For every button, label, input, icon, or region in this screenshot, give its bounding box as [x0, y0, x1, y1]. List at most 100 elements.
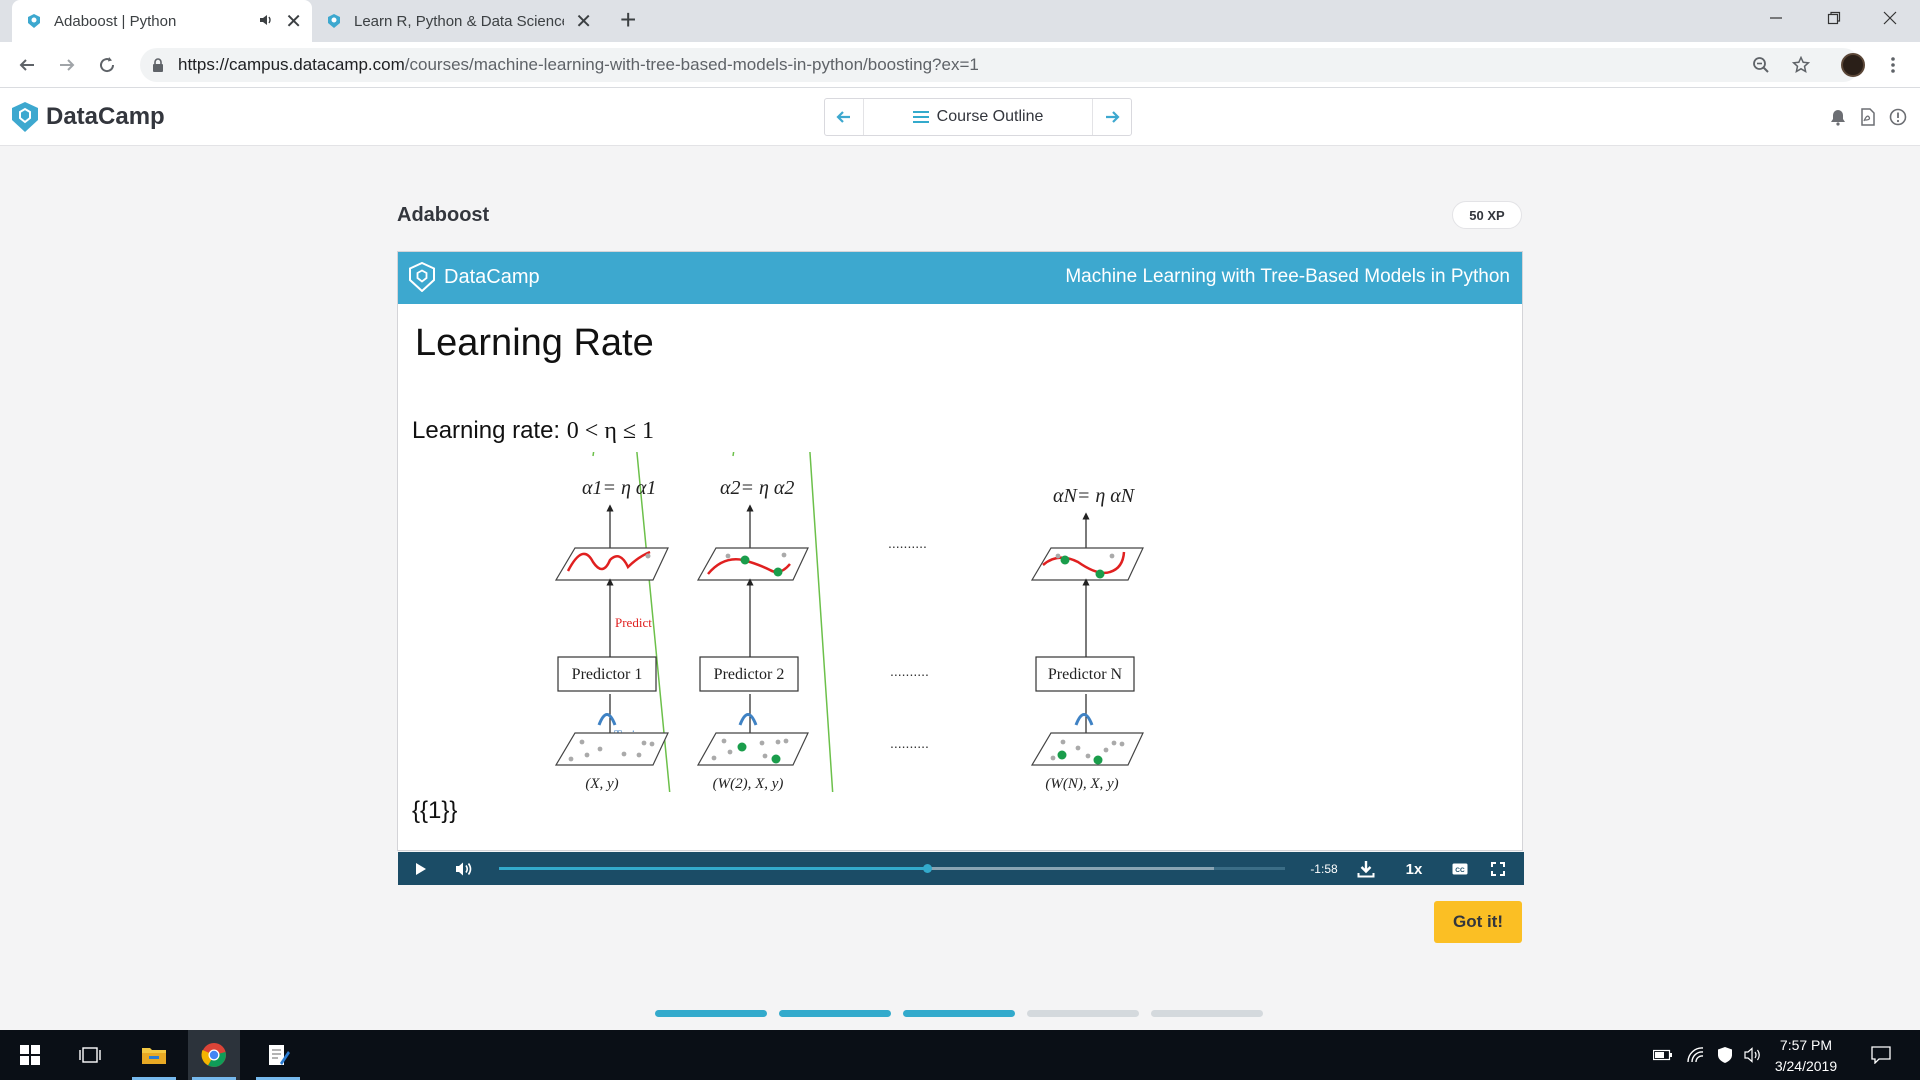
browser-menu-button[interactable] [1878, 50, 1908, 80]
reload-button[interactable] [92, 50, 122, 80]
seek-thumb[interactable] [923, 864, 933, 873]
progress-segment[interactable] [1151, 1010, 1263, 1017]
bell-icon [1831, 110, 1845, 126]
battery-tray-icon[interactable] [1652, 1045, 1674, 1065]
bookmark-button[interactable] [1786, 50, 1816, 80]
browser-tab-strip: Adaboost | Python ✕ Learn R, Python & Da… [0, 0, 1920, 42]
report-issue-button[interactable] [1887, 106, 1909, 128]
datacamp-logo-icon [409, 262, 435, 292]
windows-logo-icon [20, 1045, 40, 1065]
notifications-button[interactable] [1827, 106, 1849, 128]
restore-icon [1827, 11, 1841, 25]
profile-avatar[interactable] [1838, 50, 1868, 80]
xp-badge: 50 XP [1452, 201, 1522, 229]
alert-circle-icon [1889, 108, 1907, 126]
speaker-icon [1744, 1047, 1760, 1063]
learning-rate-line: Learning rate: 0 < η ≤ 1 [412, 417, 654, 445]
tab-adaboost[interactable]: Adaboost | Python ✕ [12, 0, 312, 42]
action-center-button[interactable] [1868, 1045, 1894, 1065]
notification-center-icon [1871, 1046, 1891, 1064]
tab-learn-r[interactable]: Learn R, Python & Data Science Online ✕ [312, 0, 602, 42]
progress-segment[interactable] [1027, 1010, 1139, 1017]
zoom-magnifier-icon [1753, 57, 1769, 73]
arrow-right-icon [1106, 111, 1120, 123]
zoom-button[interactable] [1746, 50, 1776, 80]
datacamp-logo[interactable]: DataCamp [10, 101, 165, 133]
browser-toolbar: https://campus.datacamp.com/courses/mach… [0, 42, 1920, 88]
star-icon [1792, 56, 1810, 74]
predictor-1-label: Predictor 1 [572, 666, 643, 683]
alpha-n-formula: αN= η αN [1053, 485, 1136, 507]
next-exercise-button[interactable] [1093, 99, 1131, 135]
battery-icon [1653, 1049, 1672, 1061]
download-button[interactable] [1354, 858, 1378, 880]
learning-rate-formula: 0 < η ≤ 1 [566, 418, 655, 444]
security-tray-icon[interactable] [1714, 1045, 1736, 1065]
pdf-icon [1861, 108, 1875, 126]
speaker-audio-icon[interactable] [258, 12, 274, 28]
task-view-icon [79, 1047, 101, 1063]
address-bar[interactable]: https://campus.datacamp.com/courses/mach… [140, 48, 1860, 82]
play-icon [416, 863, 426, 875]
alpha-1-formula: α1= η α1 [582, 477, 656, 499]
captions-button[interactable]: CC [1448, 858, 1472, 880]
system-clock[interactable]: 7:57 PM 3/24/2019 [1764, 1035, 1848, 1077]
previous-exercise-button[interactable] [825, 99, 863, 135]
chrome-taskbar[interactable] [188, 1030, 240, 1080]
stage-2: α2= η α2 Predictor 2 (W(2), X, y) [696, 452, 834, 792]
download-icon [1357, 861, 1375, 878]
close-tab-icon[interactable]: ✕ [285, 9, 302, 34]
new-tab-button[interactable]: + [620, 6, 636, 34]
task-view-button[interactable] [64, 1030, 116, 1080]
ellipsis-top: .......... [888, 535, 927, 551]
course-outline-button[interactable]: Course Outline [863, 99, 1093, 135]
slide-placeholder-text: {{1}} [412, 797, 458, 824]
close-tab-icon[interactable]: ✕ [575, 9, 592, 34]
slide-brand-text: DataCamp [444, 265, 540, 288]
playback-speed-button[interactable]: 1x [1400, 858, 1428, 880]
volume-button[interactable] [452, 858, 476, 880]
file-explorer-taskbar[interactable] [128, 1030, 180, 1080]
slide-course-title: Machine Learning with Tree-Based Models … [1065, 266, 1510, 287]
prediction-plane [1030, 547, 1144, 581]
shield-icon [1718, 1047, 1732, 1063]
played-bar [499, 867, 928, 870]
minimize-window-button[interactable] [1748, 0, 1804, 36]
restore-window-button[interactable] [1806, 0, 1862, 36]
slides-pdf-button[interactable] [1857, 106, 1879, 128]
alpha-2-formula: α2= η α2 [720, 477, 794, 499]
arrow-left-icon [19, 59, 34, 71]
learning-rate-diagram: α1= η α1 Predict Predictor 1 Train (X, y… [554, 452, 1144, 792]
progress-segment[interactable] [779, 1010, 891, 1017]
data-plane [1030, 732, 1144, 766]
ellipsis-mid: .......... [890, 663, 929, 679]
data-1-label: (X, y) [585, 776, 618, 792]
close-window-button[interactable] [1862, 0, 1918, 36]
datacamp-header: DataCamp Course Outline [0, 88, 1920, 146]
stage-n: αN= η αN Predictor N (W(N), X, y) [1030, 485, 1144, 792]
slide-brand: DataCamp [408, 262, 540, 292]
progress-segment[interactable] [903, 1010, 1015, 1017]
arrow-right-icon [60, 59, 75, 71]
progress-segment[interactable] [655, 1010, 767, 1017]
stage-1: α1= η α1 Predict Predictor 1 Train (X, y… [554, 477, 669, 792]
slide-title: Learning Rate [415, 322, 654, 364]
notepad-taskbar[interactable] [252, 1030, 304, 1080]
start-button[interactable] [4, 1030, 56, 1080]
wifi-tray-icon[interactable] [1684, 1045, 1706, 1065]
minimize-icon [1770, 17, 1782, 19]
back-button[interactable] [12, 50, 42, 80]
forward-button[interactable] [52, 50, 82, 80]
logo-text: DataCamp [46, 103, 165, 130]
course-outline-label: Course Outline [936, 108, 1044, 125]
volume-icon [456, 862, 472, 876]
clock-time: 7:57 PM [1779, 1037, 1833, 1053]
tab-title: Adaboost | Python [54, 12, 177, 30]
play-button[interactable] [410, 858, 432, 880]
data-n-label: (W(N), X, y) [1045, 776, 1118, 792]
fullscreen-button[interactable] [1486, 858, 1510, 880]
seek-bar[interactable] [499, 864, 1285, 873]
time-remaining: -1:58 [1310, 862, 1338, 876]
volume-tray-icon[interactable] [1742, 1045, 1764, 1065]
got-it-button[interactable]: Got it! [1434, 901, 1522, 943]
